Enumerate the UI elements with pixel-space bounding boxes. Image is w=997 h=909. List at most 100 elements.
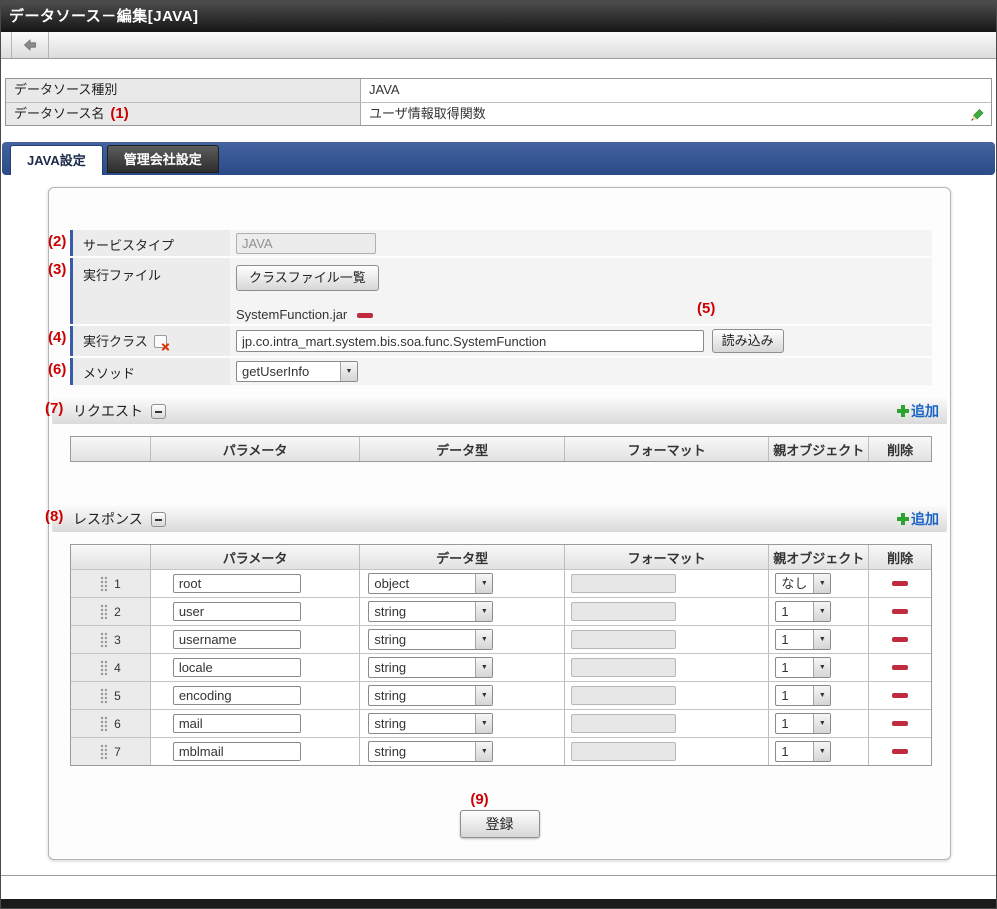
type-select[interactable]: string▼ (368, 657, 493, 678)
load-button[interactable]: 読み込み (712, 329, 784, 353)
type-select[interactable]: string▼ (368, 601, 493, 622)
parent-cell: なし▼ (769, 570, 869, 597)
parent-cell: 1▼ (769, 654, 869, 681)
delete-minus-icon[interactable] (892, 665, 908, 670)
plus-icon (897, 513, 909, 525)
row-number: 7 (114, 745, 121, 759)
table-row: 2 string▼ 1▼ (71, 597, 931, 625)
param-input[interactable] (173, 574, 301, 593)
edit-pencil-icon[interactable] (968, 106, 985, 123)
delete-minus-icon[interactable] (892, 749, 908, 754)
drag-handle-icon[interactable] (100, 604, 107, 619)
parent-select[interactable]: 1▼ (775, 685, 831, 706)
delete-cell (869, 738, 931, 765)
parent-select[interactable]: 1▼ (775, 629, 831, 650)
tab-company-settings[interactable]: 管理会社設定 (107, 145, 219, 173)
format-input-disabled (571, 602, 676, 621)
parent-select[interactable]: 1▼ (775, 601, 831, 622)
parent-cell: 1▼ (769, 682, 869, 709)
param-input[interactable] (173, 630, 301, 649)
register-button[interactable]: 登録 (460, 810, 540, 838)
param-input[interactable] (173, 742, 301, 761)
method-value-cell: getUserInfo▼ (230, 358, 932, 385)
drag-handle-icon[interactable] (100, 660, 107, 675)
param-cell (151, 626, 361, 653)
datasource-name-value: ユーザ情報取得関数 (361, 103, 991, 125)
chevron-down-icon: ▼ (475, 742, 492, 761)
delete-minus-icon[interactable] (892, 637, 908, 642)
type-select[interactable]: string▼ (368, 629, 493, 650)
format-input-disabled (571, 714, 676, 733)
param-cell (151, 738, 361, 765)
parent-select[interactable]: なし▼ (775, 573, 831, 594)
delete-minus-icon[interactable] (892, 609, 908, 614)
request-add-link[interactable]: 追加 (897, 401, 939, 421)
table-row: 1 object▼ なし▼ (71, 569, 931, 597)
parent-select[interactable]: 1▼ (775, 657, 831, 678)
chevron-down-icon: ▼ (475, 658, 492, 677)
row-number: 6 (114, 717, 121, 731)
param-input[interactable] (173, 714, 301, 733)
table-row: 5 string▼ 1▼ (71, 681, 931, 709)
tab-java-settings[interactable]: JAVA設定 (10, 145, 103, 175)
type-cell: object▼ (360, 570, 565, 597)
class-file-list-button[interactable]: クラスファイル一覧 (236, 265, 379, 291)
class-check-icon (154, 335, 167, 348)
request-collapse-button[interactable] (151, 404, 166, 419)
parent-select[interactable]: 1▼ (775, 741, 831, 762)
annotation-1: (1) (110, 105, 128, 122)
format-input-disabled (571, 658, 676, 677)
drag-handle-icon[interactable] (100, 716, 107, 731)
param-column-header: パラメータ (151, 437, 361, 461)
chevron-down-icon: ▼ (813, 714, 830, 733)
annotation-7: (7) (45, 400, 63, 417)
request-table-header: パラメータ データ型 フォーマット 親オブジェクト 削除 (71, 437, 931, 461)
drag-handle-icon[interactable] (100, 632, 107, 647)
method-label: メソッド (70, 358, 230, 385)
service-type-label: サービスタイプ (70, 230, 230, 256)
type-select[interactable]: object▼ (368, 573, 493, 594)
datasource-name-label: データソース名(1) (6, 103, 361, 125)
type-select[interactable]: string▼ (368, 685, 493, 706)
method-select[interactable]: getUserInfo▼ (236, 361, 358, 382)
annotation-6: (6) (48, 361, 66, 378)
param-cell (151, 682, 361, 709)
param-cell (151, 710, 361, 737)
param-input[interactable] (173, 602, 301, 621)
row-handle-cell: 5 (71, 682, 151, 709)
delete-minus-icon[interactable] (892, 581, 908, 586)
chevron-down-icon: ▼ (813, 602, 830, 621)
format-input-disabled (571, 686, 676, 705)
back-button[interactable] (11, 32, 49, 58)
plus-icon (897, 405, 909, 417)
chevron-down-icon: ▼ (813, 742, 830, 761)
param-input[interactable] (173, 658, 301, 677)
exec-class-input[interactable] (236, 330, 704, 352)
type-select[interactable]: string▼ (368, 741, 493, 762)
drag-handle-icon[interactable] (100, 576, 107, 591)
format-column-header: フォーマット (565, 437, 770, 461)
bottom-bar (1, 899, 996, 908)
delete-minus-icon[interactable] (892, 721, 908, 726)
attached-file-line: SystemFunction.jar (236, 307, 932, 328)
parent-select[interactable]: 1▼ (775, 713, 831, 734)
parent-column-header: 親オブジェクト (769, 545, 869, 569)
type-cell: string▼ (360, 682, 565, 709)
format-input-disabled (571, 574, 676, 593)
response-collapse-button[interactable] (151, 512, 166, 527)
method-row: (6) メソッド getUserInfo▼ (70, 358, 932, 385)
param-input[interactable] (173, 686, 301, 705)
remove-file-minus-icon[interactable] (357, 313, 373, 318)
drag-handle-icon[interactable] (100, 688, 107, 703)
param-cell (151, 598, 361, 625)
exec-file-value-cell: クラスファイル一覧 SystemFunction.jar (230, 258, 932, 324)
exec-file-label: 実行ファイル (70, 258, 230, 324)
chevron-down-icon: ▼ (475, 574, 492, 593)
datasource-type-label: データソース種別 (6, 79, 361, 102)
annotation-2: (2) (48, 233, 66, 250)
type-select[interactable]: string▼ (368, 713, 493, 734)
delete-minus-icon[interactable] (892, 693, 908, 698)
table-row: 7 string▼ 1▼ (71, 737, 931, 765)
response-add-link[interactable]: 追加 (897, 509, 939, 529)
drag-handle-icon[interactable] (100, 744, 107, 759)
